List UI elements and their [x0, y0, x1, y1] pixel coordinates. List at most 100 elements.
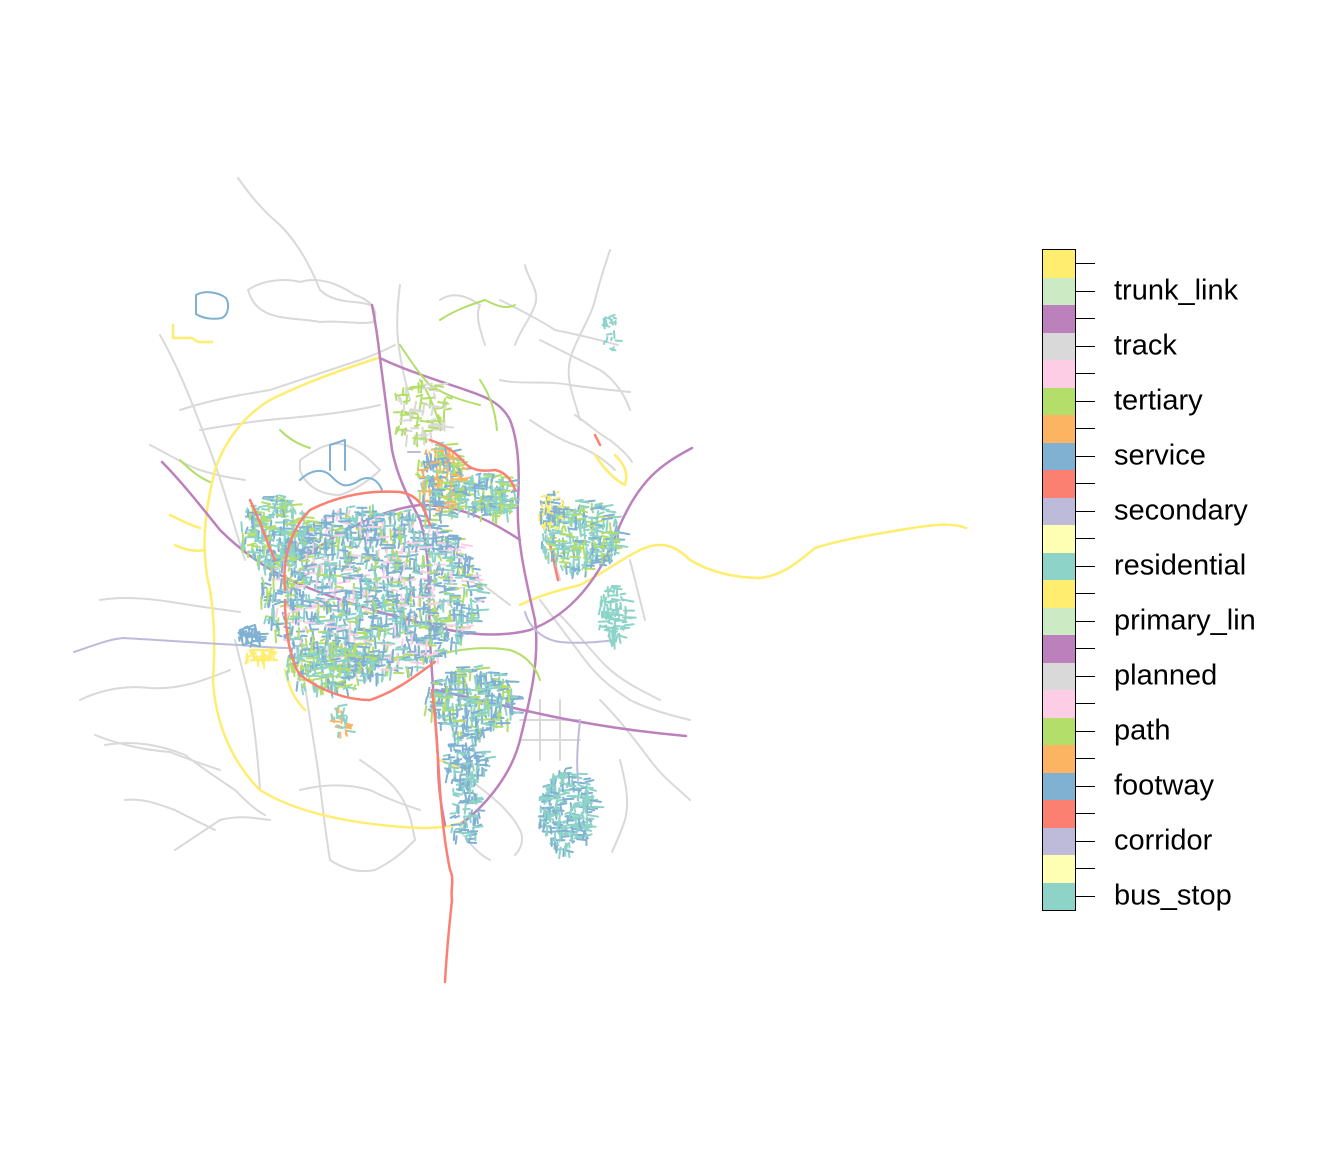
district-street [455, 803, 459, 814]
district-street [570, 813, 583, 817]
urban-street [356, 645, 371, 649]
urban-street [376, 535, 390, 539]
urban-street [379, 642, 393, 647]
urban-street [337, 624, 349, 628]
urban-street [475, 472, 482, 476]
district-street [594, 502, 604, 506]
district-street [599, 563, 608, 567]
district-street [463, 816, 467, 823]
urban-street [431, 637, 440, 640]
legend-color-cell [1043, 827, 1075, 855]
urban-street [452, 606, 456, 613]
district-street [560, 564, 564, 572]
urban-street [294, 584, 306, 588]
urban-street [277, 569, 281, 581]
urban-street [251, 521, 255, 532]
urban-street [363, 559, 370, 563]
urban-street [298, 566, 305, 570]
district-street [601, 323, 608, 326]
district-street [621, 598, 635, 603]
district-street [548, 547, 559, 551]
district-street [564, 842, 567, 849]
urban-street [499, 697, 503, 710]
district-street [542, 533, 545, 542]
urban-street [354, 587, 365, 591]
urban-street [394, 392, 398, 401]
urban-street [348, 505, 356, 509]
district-street [539, 795, 548, 799]
urban-street [349, 590, 361, 594]
urban-street [325, 542, 337, 545]
urban-street [443, 582, 458, 586]
urban-street [324, 640, 328, 647]
urban-street [359, 674, 369, 678]
district-street [582, 830, 586, 841]
path [479, 379, 498, 431]
track-road [237, 177, 371, 306]
district-street [588, 788, 597, 792]
legend-label-planned: planned [1114, 659, 1218, 691]
urban-street [274, 505, 277, 514]
track-road [99, 596, 241, 613]
urban-street [440, 599, 449, 603]
urban-street [454, 749, 460, 753]
district-street [589, 548, 592, 556]
urban-street [299, 604, 308, 608]
urban-street [479, 477, 489, 481]
urban-street [342, 659, 354, 663]
urban-street [453, 545, 466, 549]
footway [299, 439, 383, 491]
district-street [560, 835, 570, 838]
district-street [613, 619, 627, 622]
legend-label-primary-link: primary_lin [1114, 604, 1256, 636]
urban-street [403, 658, 416, 662]
urban-street [375, 581, 378, 588]
urban-street [390, 613, 398, 617]
district-street [560, 826, 572, 830]
urban-street [435, 622, 439, 634]
district-street [557, 815, 561, 827]
urban-street [344, 514, 351, 519]
urban-street [314, 539, 321, 544]
urban-street [471, 503, 479, 506]
urban-street [421, 468, 425, 476]
urban-street [486, 704, 490, 718]
district-street [586, 803, 589, 813]
urban-street [370, 623, 377, 627]
urban-street [379, 628, 389, 632]
urban-street [449, 743, 453, 753]
district-street [613, 551, 620, 555]
district-street [567, 527, 578, 531]
urban-street [247, 550, 260, 554]
urban-street [433, 392, 437, 400]
urban-street [433, 488, 446, 492]
legend-color-cell [1043, 635, 1075, 663]
urban-street [502, 490, 506, 500]
urban-street [481, 513, 492, 517]
district-street [542, 823, 546, 831]
district-street [470, 809, 473, 816]
urban-street [429, 387, 438, 391]
urban-street [419, 545, 433, 549]
urban-street [480, 672, 488, 676]
urban-street [476, 590, 491, 595]
district-street [582, 540, 586, 546]
district-street [558, 516, 565, 520]
urban-street [303, 577, 306, 590]
legend-color-cell [1043, 415, 1075, 443]
legend-colorbar [1042, 249, 1076, 911]
legend-label-tertiary: tertiary [1114, 384, 1203, 416]
urban-street [420, 461, 424, 468]
urban-street [360, 603, 369, 607]
district-street [601, 534, 610, 539]
urban-street [506, 680, 520, 683]
urban-street [258, 541, 264, 545]
urban-street [471, 762, 475, 772]
urban-street [275, 607, 279, 619]
urban-street [496, 474, 503, 477]
urban-street [243, 625, 249, 629]
urban-street [362, 607, 371, 611]
urban-street [354, 514, 358, 527]
urban-street [276, 530, 290, 534]
legend-label-path: path [1114, 714, 1171, 746]
